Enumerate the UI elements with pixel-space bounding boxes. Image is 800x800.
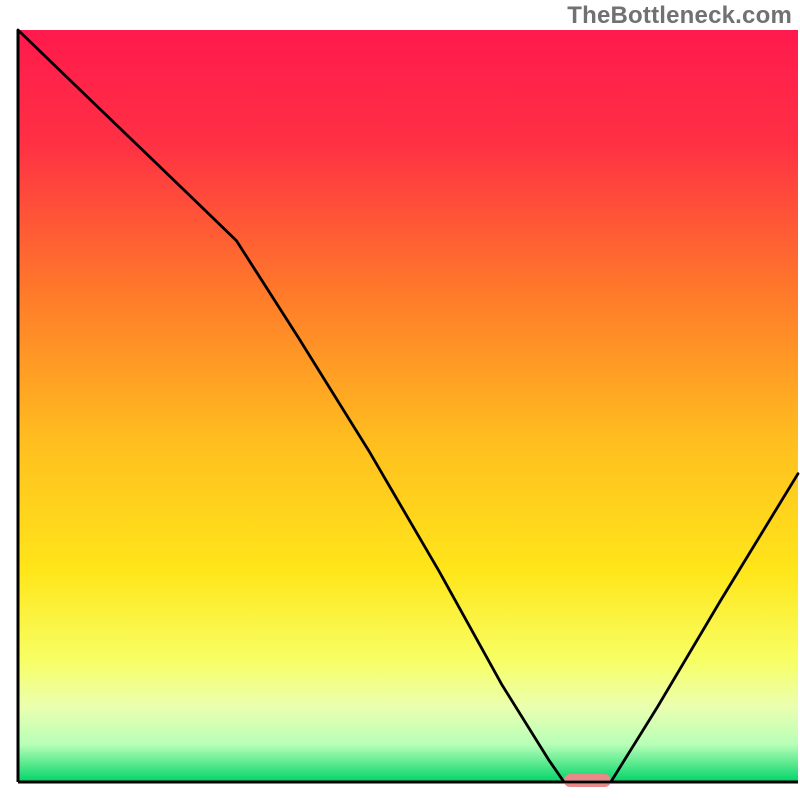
bottleneck-chart (0, 0, 800, 800)
chart-container: TheBottleneck.com (0, 0, 800, 800)
optimal-marker (564, 774, 611, 787)
